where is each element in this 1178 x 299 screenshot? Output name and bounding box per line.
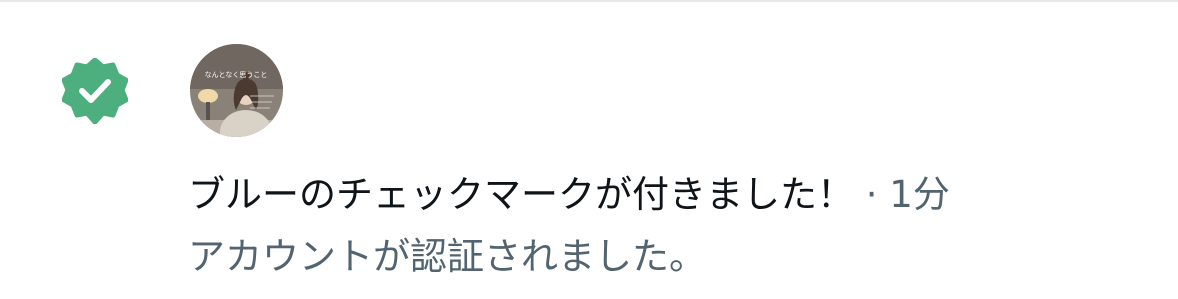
notification-item[interactable]: なんとなく思うこと ブルーのチェックマークが付きました！ · 1分 アカウントが… bbox=[0, 2, 1178, 299]
notification-body: アカウントが認証されました。 bbox=[188, 235, 706, 278]
avatar-text: なんとなく思うこと bbox=[205, 71, 268, 79]
timestamp: 1分 bbox=[889, 173, 950, 216]
notification-title: ブルーのチェックマークが付きました！ bbox=[188, 173, 854, 216]
notification-headline: ブルーのチェックマークが付きました！ · 1分 bbox=[188, 170, 950, 220]
avatar[interactable]: なんとなく思うこと bbox=[190, 44, 283, 137]
verified-badge-icon bbox=[62, 58, 128, 124]
separator-dot: · bbox=[865, 173, 878, 216]
